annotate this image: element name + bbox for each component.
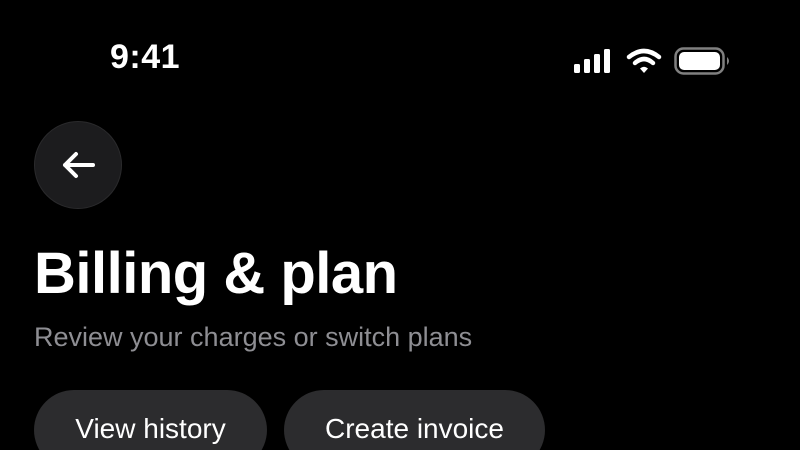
status-icons <box>574 44 732 78</box>
page-subtitle: Review your charges or switch plans <box>34 322 473 352</box>
create-invoice-button[interactable]: Create invoice <box>284 390 545 450</box>
status-time: 9:41 <box>110 38 181 76</box>
wifi-icon <box>626 48 662 73</box>
page-title: Billing & plan <box>34 241 398 306</box>
arrow-left-icon <box>63 152 95 178</box>
view-history-button[interactable]: View history <box>34 390 267 450</box>
signal-icon <box>574 49 610 73</box>
battery-icon <box>674 47 729 75</box>
back-button[interactable] <box>34 121 122 209</box>
status-bar: 9:41 <box>0 0 800 110</box>
